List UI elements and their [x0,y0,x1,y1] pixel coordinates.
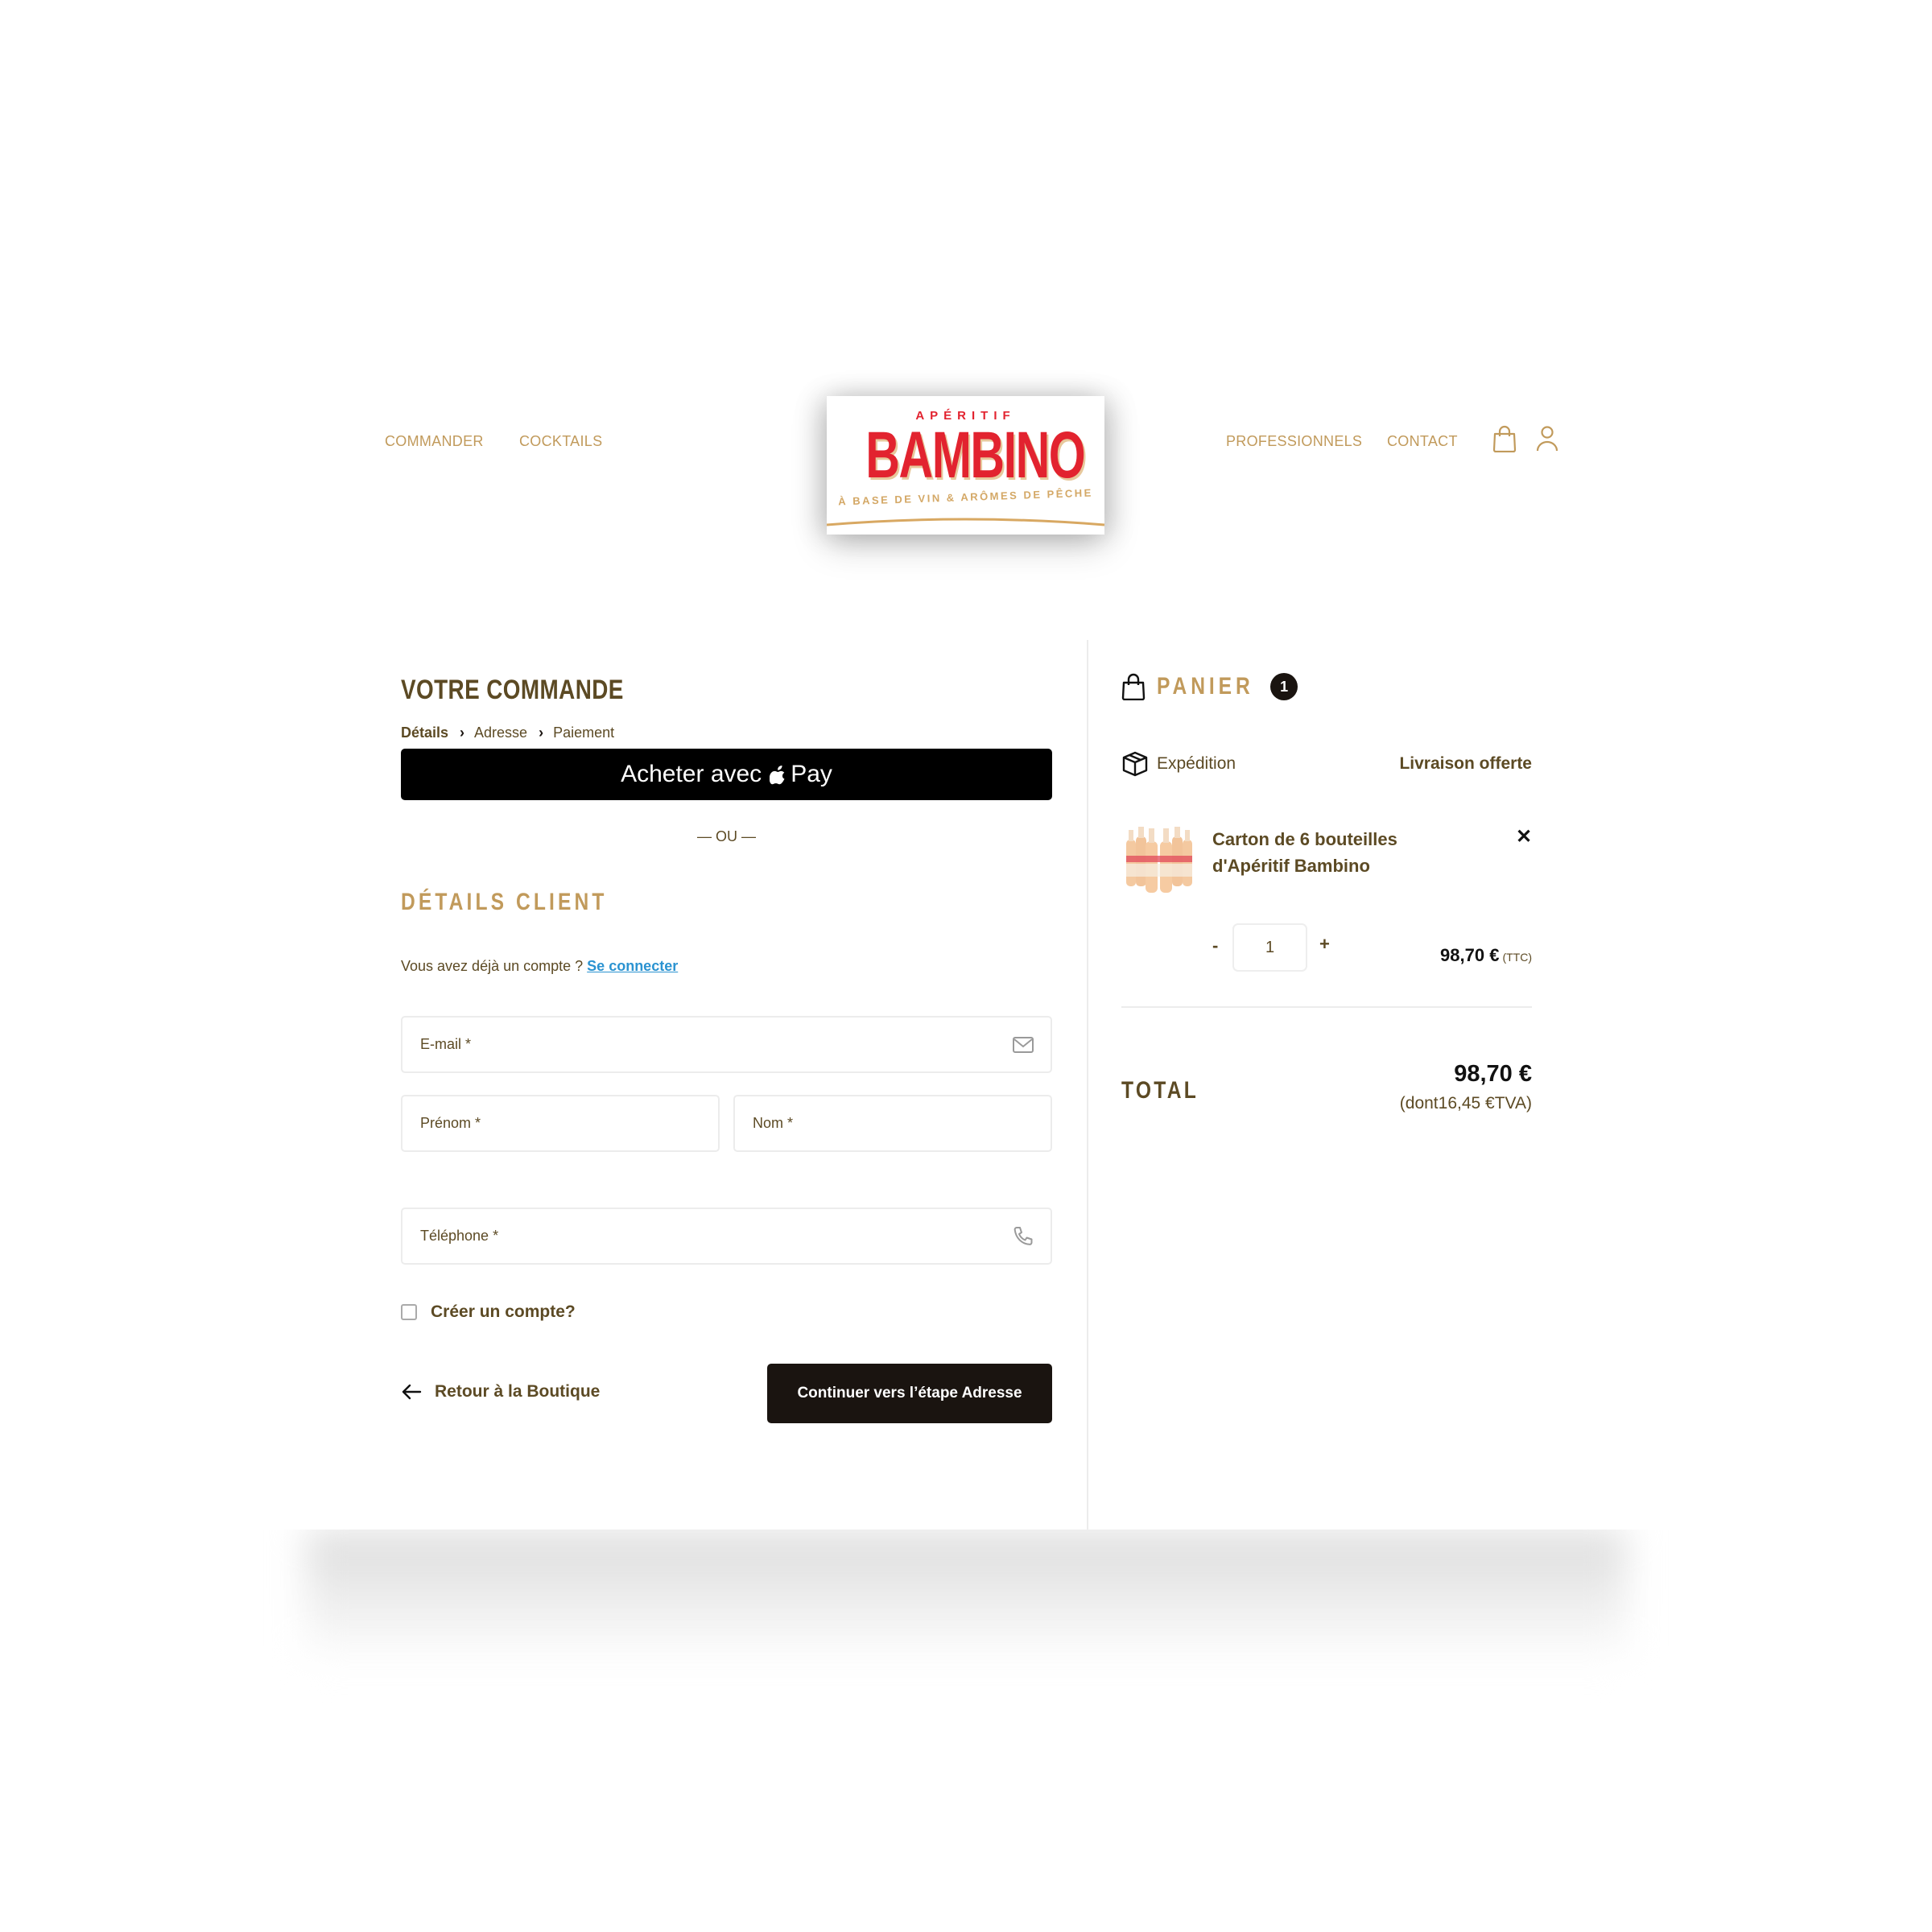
create-account-label[interactable]: Créer un compte? [431,1302,576,1322]
total-label: TOTAL [1121,1077,1199,1104]
email-label: E-mail * [420,1036,472,1052]
total-tax-note: (dont16,45 €TVA) [1399,1094,1532,1113]
total-value: 98,70 € [1454,1061,1532,1087]
first-name-field[interactable]: Prénom * [401,1095,720,1152]
back-to-shop-link[interactable]: Retour à la Boutique [401,1382,600,1402]
cart-title: PANIER [1157,673,1254,700]
apple-logo-icon [770,765,785,785]
cart-item-price-note: (TTC) [1502,951,1532,964]
product-thumbnail [1126,827,1192,893]
cart-divider [1121,1006,1532,1008]
quantity-increase-button[interactable]: + [1319,934,1330,955]
create-account-checkbox[interactable] [401,1304,417,1320]
create-account-row: Créer un compte? [401,1302,576,1322]
phone-label: Téléphone * [420,1228,499,1244]
apple-pay-prefix: Acheter avec [621,761,762,787]
continue-to-address-button[interactable]: Continuer vers l’étape Adresse [767,1364,1052,1423]
login-prompt-text: Vous avez déjà un compte ? [401,958,584,974]
nav-professionnels[interactable]: PROFESSIONNELS [1226,433,1362,450]
login-prompt: Vous avez déjà un compte ? Se connecter [401,958,678,975]
arrow-left-icon [402,1384,422,1400]
apple-pay-brand: Pay [791,761,832,787]
step-details[interactable]: Détails [401,724,448,741]
cart-count-badge: 1 [1270,673,1298,700]
chevron-right-icon: › [539,724,544,741]
user-icon[interactable] [1534,425,1560,452]
phone-icon [1013,1227,1033,1245]
shipping-value: Livraison offerte [1399,754,1532,773]
cart-item-price-value: 98,70 € [1440,945,1500,965]
cart-item-name[interactable]: Carton de 6 bouteilles d'Apéritif Bambin… [1212,826,1414,879]
chevron-right-icon: › [460,724,465,741]
or-separator: — OU — [696,828,756,844]
last-name-label: Nom * [753,1115,794,1131]
nav-contact[interactable]: CONTACT [1387,433,1458,450]
back-to-shop-label: Retour à la Boutique [435,1382,601,1401]
quantity-decrease-button[interactable]: - [1212,935,1218,956]
phone-field[interactable]: Téléphone * [401,1208,1052,1265]
logo-brand: BAMBINO [865,419,1085,492]
logo-curve [827,518,1104,535]
page-title: VOTRE COMMANDE [401,675,624,705]
remove-item-button[interactable]: ✕ [1516,825,1532,848]
cart-header: PANIER 1 [1121,673,1298,700]
client-details-heading: DÉTAILS CLIENT [401,889,608,915]
checkout-steps: Détails › Adresse › Paiement [401,724,614,741]
email-field[interactable]: E-mail * [401,1016,1052,1073]
shipping-label: Expédition [1157,754,1236,773]
page-shadow [306,1530,1626,1666]
nav-commander[interactable]: COMMANDER [385,433,484,450]
step-paiement[interactable]: Paiement [553,724,614,741]
mail-icon [1013,1037,1034,1053]
last-name-field[interactable]: Nom * [733,1095,1052,1152]
shopping-bag-icon [1121,673,1146,700]
apple-pay-button[interactable]: Acheter avec Pay [401,749,1052,800]
shopping-bag-icon[interactable] [1492,425,1517,453]
first-name-label: Prénom * [420,1115,481,1131]
close-icon: ✕ [1516,826,1533,848]
step-adresse[interactable]: Adresse [474,724,527,741]
login-link[interactable]: Se connecter [587,958,678,974]
column-divider [1087,640,1088,1530]
quantity-input[interactable] [1232,923,1307,972]
shipping-row: Expédition Livraison offerte [1121,750,1532,778]
bambino-logo[interactable]: APÉRITIF BAMBINO À BASE DE VIN & ARÔMES … [827,396,1104,535]
package-icon [1122,751,1148,777]
nav-cocktails[interactable]: COCKTAILS [519,433,602,450]
page: COMMANDER COCKTAILS APÉRITIF BAMBINO À B… [0,0,1932,1530]
cart-item-price: 98,70 € (TTC) [1440,945,1532,966]
